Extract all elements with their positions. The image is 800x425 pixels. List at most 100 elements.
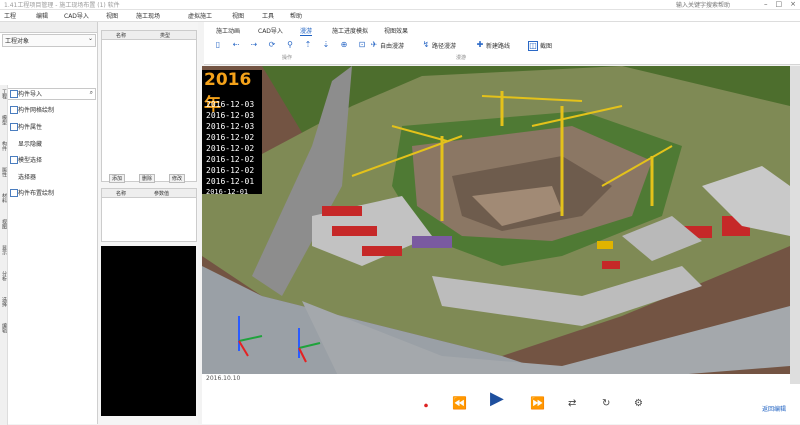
zoom-icon[interactable]: ⊕ [340, 41, 348, 49]
path-roam-icon[interactable]: ↯ [422, 41, 430, 49]
list-item[interactable]: 构件导入 [18, 89, 42, 98]
list-item[interactable]: 模型选择 [18, 155, 42, 164]
right-scrollbar[interactable] [790, 66, 800, 384]
date-line: 2016-12-03 [206, 111, 255, 120]
item-icon [10, 106, 18, 114]
item-icon [10, 189, 18, 197]
list-item[interactable]: 选择器 [18, 172, 36, 181]
free-roam-button[interactable]: 自由漫游 [380, 41, 404, 50]
delete-button[interactable]: 删除 [139, 174, 156, 183]
dropdown-value: 工程对象 [5, 38, 30, 45]
side-tab[interactable]: 构件 [1, 141, 8, 151]
screenshot-button[interactable]: 截图 [540, 41, 552, 50]
arrow-left-icon[interactable]: ⇠ [232, 41, 240, 49]
side-tab[interactable]: 选择 [1, 297, 8, 307]
date-line: 2016-12-02 [206, 155, 255, 164]
record-icon[interactable]: ⏺ [424, 400, 428, 412]
ribbon-toolbar: 施工动画 CAD导入 漫游 施工进度模拟 视图效果 ▯ ⇠ ⇢ ⟳ ⚲ ⇡ ⇣ … [204, 22, 800, 65]
window-title: 1.41工程项目管理 - 施工现场布置 (1) 软件 [4, 2, 120, 9]
side-tab[interactable]: 材料 [1, 193, 8, 203]
side-tab[interactable]: 属性 [1, 167, 8, 177]
date-line: 2016-12-02 [206, 133, 255, 142]
fit-icon[interactable]: ⊡ [358, 41, 366, 49]
play-icon[interactable]: ▶ [490, 390, 504, 408]
rotate-icon[interactable]: ⟳ [268, 41, 276, 49]
list-item[interactable]: 构件布置绘制 [18, 188, 54, 197]
playback-bar: ⏺ ⏪ ▶ ⏩ ⇄ ↻ ⚙ 返回编辑 [202, 384, 800, 424]
modify-button[interactable]: 修改 [169, 174, 186, 183]
construction-site-scene [202, 66, 790, 384]
close-icon[interactable]: × [790, 0, 796, 8]
path-roam-button[interactable]: 路径漫游 [432, 41, 456, 50]
date-line: 2016-12-02 [206, 144, 255, 153]
side-tab[interactable]: 显示 [1, 245, 8, 255]
new-route-button[interactable]: 新建路线 [486, 41, 510, 50]
item-icon [10, 123, 18, 131]
settings-gear-icon[interactable]: ⚙ [634, 398, 643, 410]
table-header: 名称 参数值 [102, 189, 196, 198]
item-icon [10, 156, 18, 164]
window-controls: – □ × [756, 0, 796, 8]
free-roam-icon[interactable]: ✈ [370, 41, 378, 49]
fast-forward-icon[interactable]: ⏩ [530, 397, 545, 409]
tab-progress-simulation[interactable]: 施工进度模拟 [332, 26, 368, 35]
menu-item-help[interactable]: 帮助 [290, 11, 302, 20]
tab-construction-animation[interactable]: 施工动画 [216, 26, 240, 35]
object-dropdown[interactable]: 工程对象 ⌄ [2, 34, 96, 47]
menu-item-site[interactable]: 施工现场 [136, 11, 160, 20]
date-line: 2016-12-03 [206, 122, 255, 131]
status-bar: 2016.10.10 [202, 374, 790, 384]
tab-roaming[interactable]: 漫游 [300, 26, 313, 36]
property-table: 名称 类型 [101, 30, 197, 182]
return-link[interactable]: 返回编辑 [762, 404, 786, 413]
rewind-icon[interactable]: ⏪ [452, 397, 467, 409]
side-tab[interactable]: 分析 [1, 271, 8, 281]
minimize-icon[interactable]: – [764, 0, 768, 8]
group-label: 漫游 [456, 55, 467, 61]
chevron-down-icon: ⌄ [87, 35, 93, 42]
help-search[interactable]: 输入关键字搜索帮助 [676, 0, 730, 9]
tab-view-effects[interactable]: 视图效果 [384, 26, 408, 35]
list-item[interactable]: 构件属性 [18, 122, 42, 131]
date-line: 2016-12-03 [206, 100, 255, 109]
column-header: 名称 [116, 191, 127, 197]
side-tab[interactable]: 视图 [1, 219, 8, 229]
refresh-icon[interactable]: ↻ [602, 398, 610, 410]
menu-item-view2[interactable]: 视图 [232, 11, 244, 20]
table-header: 名称 类型 [102, 31, 196, 40]
select-icon[interactable]: ▯ [214, 41, 222, 49]
tab-cad-import[interactable]: CAD导入 [258, 26, 283, 35]
down-icon[interactable]: ⇣ [322, 41, 330, 49]
menu-item-file[interactable]: 工程 [4, 11, 16, 20]
list-item[interactable]: 构件网格绘制 [18, 105, 54, 114]
menu-item-cad[interactable]: CAD导入 [64, 11, 89, 20]
screenshot-icon[interactable]: ◫ [528, 41, 538, 51]
up-icon[interactable]: ⇡ [304, 41, 312, 49]
menu-item-virtual[interactable]: 虚拟施工 [188, 11, 212, 20]
title-bar: 1.41工程项目管理 - 施工现场布置 (1) 软件 输入关键字搜索帮助 – □ × [0, 0, 800, 10]
side-tab[interactable]: 编辑 [1, 323, 8, 333]
status-text: 2016.10.10 [206, 375, 241, 382]
menu-bar: 工程 编辑 CAD导入 视图 施工现场 虚拟施工 视图 工具 帮助 [0, 10, 800, 22]
list-item[interactable]: 显示隐藏 [18, 139, 42, 148]
date-line: 2016-12-01 [206, 188, 249, 196]
3d-viewport[interactable] [202, 66, 790, 384]
group-label: 操作 [282, 55, 293, 61]
menu-item-edit[interactable]: 编辑 [36, 11, 48, 20]
param-table: 名称 参数值 [101, 188, 197, 242]
column-header: 类型 [160, 33, 171, 39]
column-header: 名称 [116, 33, 127, 39]
menu-item-tools[interactable]: 工具 [262, 11, 274, 20]
new-route-icon[interactable]: ✚ [476, 41, 484, 49]
arrow-right-icon[interactable]: ⇢ [250, 41, 258, 49]
item-icon [10, 90, 18, 98]
button-row: 添加 删除 修改 [101, 172, 195, 184]
side-tab[interactable]: 工程 [1, 89, 8, 99]
pin-icon[interactable]: ⚲ [286, 41, 294, 49]
maximize-icon[interactable]: □ [776, 0, 783, 8]
side-tabs: 工程 模型 构件 属性 材料 视图 显示 分析 选择 编辑 [0, 85, 8, 425]
add-button[interactable]: 添加 [109, 174, 126, 183]
loop-icon[interactable]: ⇄ [568, 398, 576, 410]
menu-item-view[interactable]: 视图 [106, 11, 118, 20]
side-tab[interactable]: 模型 [1, 115, 8, 125]
